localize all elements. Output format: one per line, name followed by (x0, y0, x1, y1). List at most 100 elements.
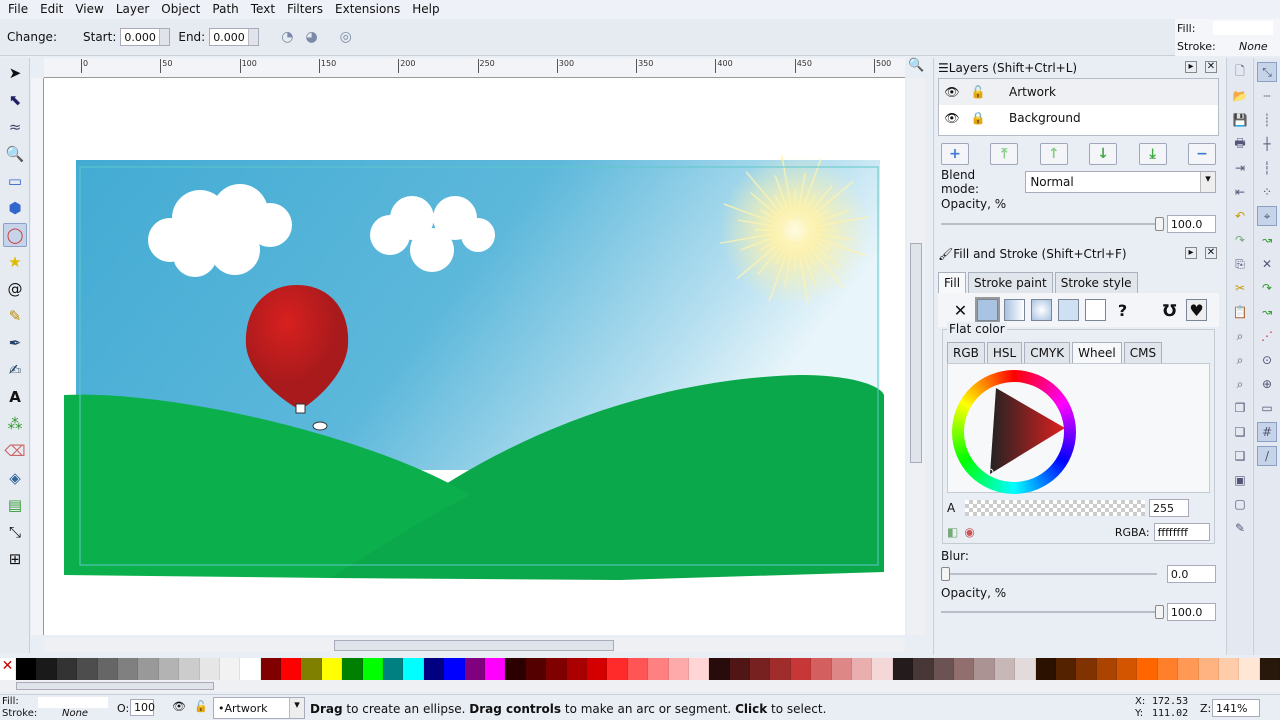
clone-icon[interactable]: ❏ (1230, 422, 1250, 442)
export-icon[interactable]: ⇤ (1230, 182, 1250, 202)
spray-tool-icon[interactable]: ⁂ (3, 412, 27, 436)
lower-to-bottom-button[interactable]: ⤓ (1138, 143, 1167, 165)
zoom-selection-icon[interactable]: ⌕ (1230, 326, 1250, 346)
palette-swatch[interactable] (1117, 658, 1138, 680)
palette-swatch[interactable] (892, 658, 914, 680)
palette-swatch[interactable] (383, 658, 404, 680)
palette-swatch[interactable] (994, 658, 1016, 680)
3d-box-tool-icon[interactable]: ⬢ (3, 196, 27, 220)
switch-to-segment-icon[interactable]: ◔ (281, 29, 293, 45)
menu-text[interactable]: Text (245, 0, 281, 19)
no-color-swatch[interactable]: ✕ (0, 658, 16, 680)
palette-swatch[interactable] (1035, 658, 1056, 680)
color-triangle[interactable] (952, 370, 1076, 494)
palette-swatch[interactable] (750, 658, 771, 680)
start-input[interactable]: 0.000 (120, 28, 171, 46)
fill-swatch[interactable] (38, 697, 108, 708)
calligraphy-tool-icon[interactable]: ✍ (3, 358, 27, 382)
snap-page-icon[interactable]: ▭ (1257, 398, 1277, 418)
vertical-scroll-thumb[interactable] (910, 243, 922, 463)
palette-swatch[interactable] (56, 658, 78, 680)
no-paint-icon[interactable]: ✕ (950, 299, 971, 321)
palette-swatch[interactable] (321, 658, 343, 680)
unlock-icon[interactable]: 🔓 (965, 85, 991, 99)
fill-rule-evenodd-icon[interactable]: ℧ (1159, 299, 1180, 321)
snap-grid-icon[interactable]: # (1257, 422, 1277, 442)
ungroup-icon[interactable]: ▢ (1230, 494, 1250, 514)
menu-extensions[interactable]: Extensions (329, 0, 406, 19)
text-tool-icon[interactable]: A (3, 385, 27, 409)
tab-cms[interactable]: CMS (1123, 342, 1163, 363)
connector-tool-icon[interactable]: ⊞ (3, 547, 27, 571)
slider-knob[interactable] (941, 567, 950, 581)
palette-swatch[interactable] (607, 658, 628, 680)
flat-color-button[interactable] (974, 297, 1000, 323)
linear-gradient-button[interactable] (1003, 299, 1025, 321)
paint-bucket-tool-icon[interactable]: ◈ (3, 466, 27, 490)
print-icon[interactable]: 🖶 (1230, 134, 1250, 154)
tab-cmyk[interactable]: CMYK (1024, 342, 1071, 363)
opacity-input[interactable]: 100.0 (1166, 603, 1216, 621)
layer-lock-icon[interactable]: 🔓 (194, 700, 208, 713)
vertical-ruler[interactable] (31, 78, 44, 635)
lower-layer-button[interactable]: ↓ (1089, 143, 1118, 165)
paste-icon[interactable]: 📋 (1230, 302, 1250, 322)
unlink-clone-icon[interactable]: ❑ (1230, 446, 1250, 466)
pencil-tool-icon[interactable]: ✎ (3, 304, 27, 328)
open-icon[interactable]: 📂 (1230, 86, 1250, 106)
palette-swatch[interactable] (933, 658, 954, 680)
palette-swatch[interactable] (770, 658, 791, 680)
menu-filters[interactable]: Filters (281, 0, 329, 19)
dropper-tool-icon[interactable]: ⤡ (3, 520, 27, 544)
layer-visibility-icon[interactable]: 👁 (172, 700, 186, 713)
panel-menu-icon[interactable]: ▸ (1185, 61, 1197, 73)
tweak-tool-icon[interactable]: ≈ (3, 115, 27, 139)
palette-swatch[interactable] (525, 658, 547, 680)
layer-row-artwork[interactable]: 👁 🔓 Artwork (939, 79, 1218, 105)
save-icon[interactable]: 💾 (1230, 110, 1250, 130)
menu-path[interactable]: Path (206, 0, 244, 19)
current-layer-select[interactable]: •Artwork (213, 697, 305, 719)
palette-swatch[interactable] (199, 658, 220, 680)
palette-swatch[interactable] (505, 658, 526, 680)
snap-guide-icon[interactable]: / (1257, 446, 1277, 466)
make-whole-icon[interactable]: ◎ (340, 29, 352, 45)
palette-swatch[interactable] (627, 658, 649, 680)
zoom-drawing-icon[interactable]: ⌕ (1230, 350, 1250, 370)
snap-nodes-icon[interactable]: ⌖ (1257, 206, 1277, 226)
snap-paths-icon[interactable]: ↝ (1257, 230, 1277, 250)
snap-bbox-midpoint-icon[interactable]: ┆ (1257, 158, 1277, 178)
palette-swatch[interactable] (811, 658, 832, 680)
palette-swatch[interactable] (117, 658, 139, 680)
eye-icon[interactable]: 👁 (939, 85, 965, 99)
palette-swatch[interactable] (77, 658, 98, 680)
palette-swatch[interactable] (281, 658, 302, 680)
palette-swatch[interactable] (974, 658, 995, 680)
palette-swatch[interactable] (138, 658, 159, 680)
group-icon[interactable]: ▣ (1230, 470, 1250, 490)
palette-swatch[interactable] (260, 658, 282, 680)
layer-opacity-slider[interactable] (941, 217, 1164, 231)
color-wheel[interactable] (952, 370, 1076, 494)
menu-view[interactable]: View (69, 0, 109, 19)
raise-layer-button[interactable]: ↑ (1039, 143, 1068, 165)
palette-swatch[interactable] (1178, 658, 1199, 680)
palette-swatch[interactable] (444, 658, 465, 680)
snap-cusp-icon[interactable]: ↷ (1257, 278, 1277, 298)
snap-toggle-icon[interactable]: ⤡ (1257, 62, 1277, 82)
zoom-page-icon[interactable]: ⌕ (1230, 374, 1250, 394)
rectangle-tool-icon[interactable]: ▭ (3, 169, 27, 193)
zoom-tool-icon[interactable]: 🔍 (3, 142, 27, 166)
eye-icon[interactable]: 👁 (939, 111, 965, 125)
palette-swatch[interactable] (648, 658, 669, 680)
snap-midpoint-icon[interactable]: ⋰ (1257, 326, 1277, 346)
snap-rotation-icon[interactable]: ⊕ (1257, 374, 1277, 394)
tab-stroke-style[interactable]: Stroke style (1054, 272, 1138, 293)
end-input[interactable]: 0.000 (209, 28, 260, 46)
palette-swatch[interactable] (1137, 658, 1158, 680)
palette-swatch[interactable] (301, 658, 322, 680)
new-document-icon[interactable]: 🗋 (1230, 62, 1250, 82)
eraser-tool-icon[interactable]: ⌫ (3, 439, 27, 463)
menu-object[interactable]: Object (155, 0, 206, 19)
copy-icon[interactable]: ⎘ (1230, 254, 1250, 274)
